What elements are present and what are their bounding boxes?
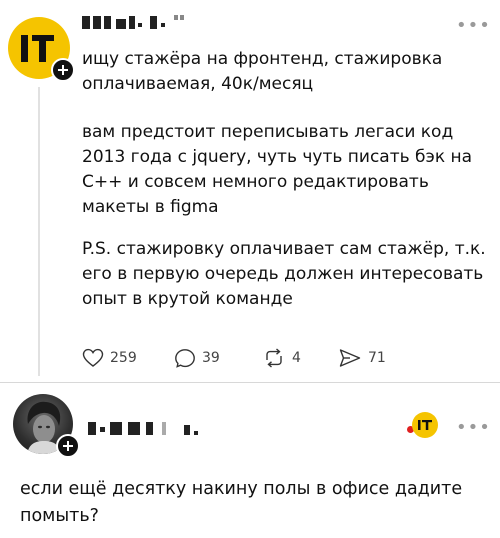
repost-count: 4 — [292, 350, 301, 366]
reply-author-name-redacted[interactable] — [88, 419, 218, 437]
heart-icon — [82, 348, 104, 367]
post-divider — [0, 382, 500, 383]
like-count: 259 — [110, 350, 137, 366]
follow-button[interactable] — [51, 58, 75, 82]
reply-text: если ещё десятку накину полы в офисе дад… — [20, 479, 463, 526]
it-logo-icon — [418, 420, 432, 430]
it-community-badge[interactable] — [412, 412, 438, 438]
plus-icon — [58, 65, 68, 75]
comment-count: 39 — [202, 350, 220, 366]
reply-more-options-icon[interactable]: ••• — [456, 417, 491, 438]
post-paragraph-3: P.S. стажировку оплачивает сам стажёр, т… — [82, 239, 486, 309]
post-paragraph-2: вам предстоит переписывать легаси код 20… — [82, 122, 473, 217]
share-count: 71 — [368, 350, 386, 366]
like-button[interactable]: 259 — [82, 348, 137, 368]
repost-button[interactable]: 4 — [262, 348, 301, 368]
thread-line — [38, 87, 40, 376]
repost-icon — [266, 348, 282, 368]
author-name-redacted[interactable] — [82, 13, 192, 31]
reply-follow-button[interactable] — [56, 434, 80, 458]
comment-button[interactable]: 39 — [174, 348, 220, 368]
more-options-icon[interactable]: ••• — [456, 15, 491, 36]
post-actions: 259 39 4 71 — [82, 348, 482, 376]
post-paragraph-1: ищу стажёра на фронтенд, стажировка опла… — [82, 49, 443, 94]
plus-icon — [63, 441, 73, 451]
comment-bubble-icon — [175, 349, 195, 368]
share-button[interactable]: 71 — [338, 348, 386, 368]
send-icon — [339, 349, 361, 367]
